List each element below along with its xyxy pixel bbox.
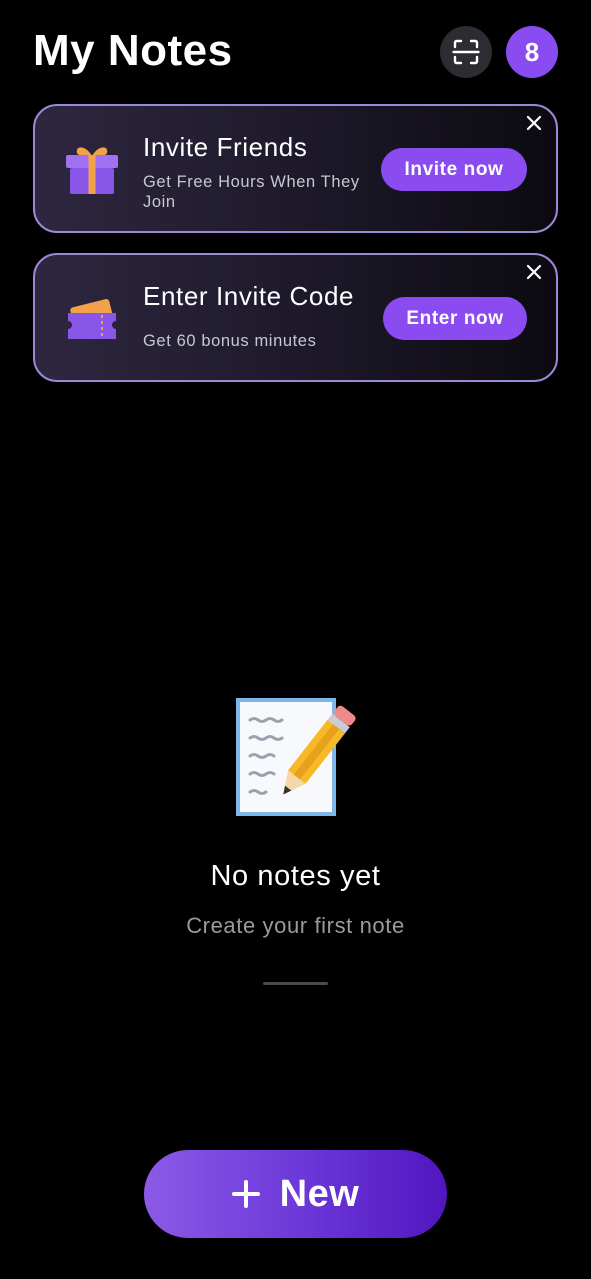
enter-now-button[interactable]: Enter now [383,297,527,340]
divider [263,982,328,985]
plus-icon [231,1180,260,1208]
empty-state-subtitle: Create your first note [186,913,405,938]
empty-state-title: No notes yet [210,860,381,892]
invite-now-button[interactable]: Invite now [381,148,527,191]
ticket-icon [68,299,116,339]
card-subtitle: Get 60 bonus minutes [143,332,317,350]
close-icon[interactable] [525,114,543,132]
invite-friends-card: Invite Friends Get Free Hours When They … [33,104,558,233]
profile-count-badge[interactable]: 8 [506,26,558,78]
new-note-button[interactable]: New [144,1150,447,1238]
new-button-label: New [279,1172,360,1215]
gift-icon [66,147,118,194]
page-title: My Notes [33,26,233,75]
scan-button[interactable] [440,26,492,78]
app-header: My Notes 8 [33,24,558,80]
close-icon[interactable] [525,263,543,281]
enter-invite-code-card: Enter Invite Code Get 60 bonus minutes E… [33,253,558,382]
scan-icon [452,39,480,65]
card-subtitle: Get Free Hours When They Join [143,173,360,211]
memo-pencil-icon [236,698,356,816]
card-title: Enter Invite Code [143,281,355,311]
card-title: Invite Friends [143,132,308,162]
